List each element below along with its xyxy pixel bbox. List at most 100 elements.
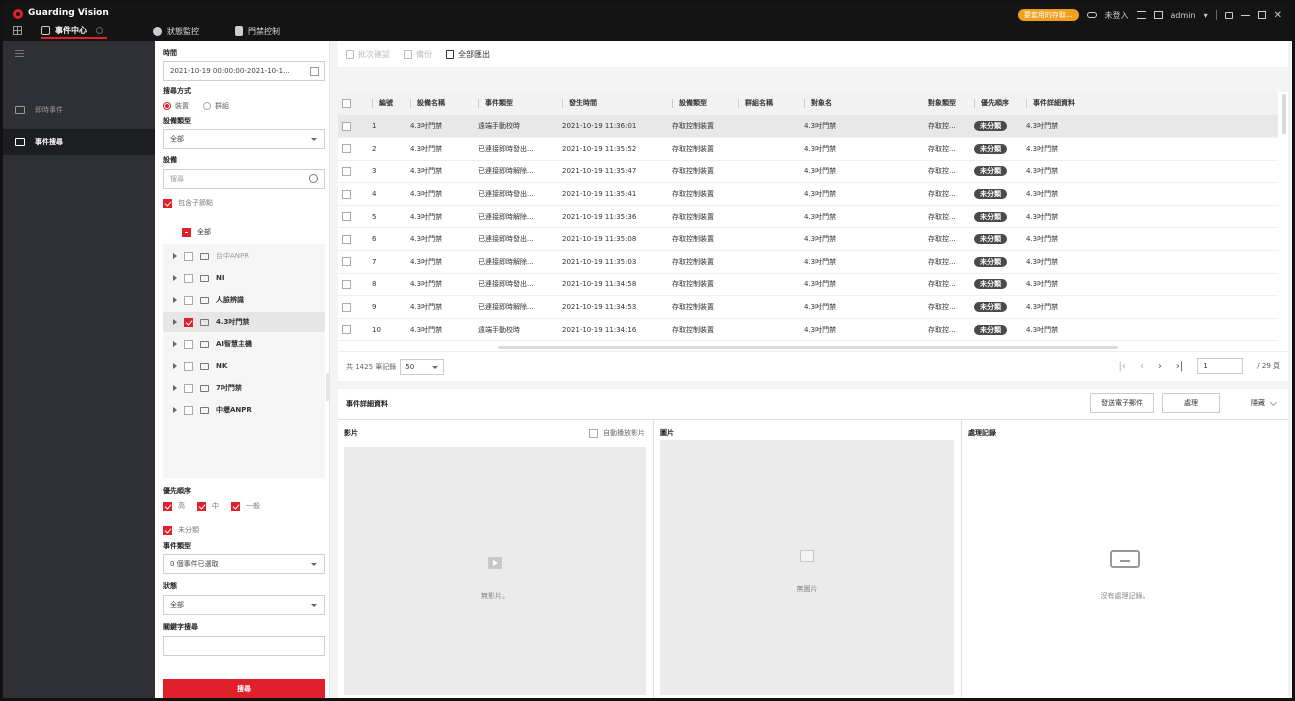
last-page-icon[interactable]: ›| bbox=[1176, 361, 1183, 372]
tab-access-control[interactable]: 門禁控制 bbox=[235, 23, 280, 39]
autoplay-checkbox[interactable]: 自動播放影片 bbox=[589, 428, 645, 438]
checkbox[interactable] bbox=[342, 212, 351, 222]
radio-device[interactable]: 裝置 bbox=[163, 101, 189, 111]
tab-event-center[interactable]: 事件中心 bbox=[41, 23, 107, 39]
checkbox[interactable] bbox=[342, 279, 351, 289]
event-type-select[interactable]: 0 個事件已選取 bbox=[163, 554, 325, 574]
page-number-input[interactable]: 1 bbox=[1197, 358, 1244, 374]
row-checkbox-cell[interactable] bbox=[338, 182, 368, 206]
tree-item-selected[interactable]: 4.3吋門禁 bbox=[163, 312, 325, 332]
sidebar-item-realtime-events[interactable]: 即時事件 bbox=[3, 97, 155, 123]
caret-right-icon[interactable] bbox=[173, 297, 177, 303]
table-row[interactable]: 2 4.3吋門禁 已連接即時發出... 2021-10-19 11:35:52 存取控制… bbox=[338, 137, 1278, 161]
screenshot-icon[interactable] bbox=[1153, 11, 1163, 19]
next-page-icon[interactable]: › bbox=[1158, 361, 1162, 372]
checkbox[interactable] bbox=[342, 166, 351, 176]
tree-item[interactable]: NI bbox=[163, 268, 325, 288]
time-range-input[interactable]: 2021-10-19 00:00:00-2021-10-1... bbox=[163, 61, 325, 81]
tree-item[interactable]: 人臉辨識 bbox=[163, 290, 325, 310]
checkbox[interactable] bbox=[342, 121, 351, 131]
checkbox[interactable] bbox=[342, 234, 351, 244]
col-header[interactable]: 設備類型 bbox=[668, 92, 734, 116]
user-menu[interactable]: admin bbox=[1171, 11, 1196, 20]
checkbox[interactable] bbox=[342, 257, 351, 267]
vertical-scrollbar[interactable] bbox=[1282, 94, 1286, 134]
chevron-down-icon[interactable]: ▾ bbox=[1204, 11, 1208, 20]
video-player[interactable]: 無影片。 bbox=[344, 447, 646, 695]
caret-right-icon[interactable] bbox=[173, 275, 177, 281]
col-header[interactable]: 編號 bbox=[368, 92, 406, 116]
radio-group[interactable]: 群組 bbox=[203, 101, 229, 111]
tab-close-icon[interactable] bbox=[96, 26, 103, 34]
handle-button[interactable]: 處理 bbox=[1162, 393, 1220, 413]
checkbox[interactable] bbox=[182, 227, 191, 237]
row-checkbox-cell[interactable] bbox=[338, 295, 368, 319]
send-email-button[interactable]: 發送電子郵件 bbox=[1090, 393, 1154, 413]
col-header[interactable]: 事件類型 bbox=[474, 92, 558, 116]
select-all-header[interactable] bbox=[338, 92, 368, 116]
row-checkbox-cell[interactable] bbox=[338, 115, 368, 139]
status-select[interactable]: 全部 bbox=[163, 595, 325, 615]
menu-toggle-icon[interactable] bbox=[15, 50, 24, 57]
col-header[interactable]: 優先順序 bbox=[970, 92, 1022, 116]
checkbox[interactable] bbox=[163, 198, 172, 208]
task-list-icon[interactable] bbox=[1136, 11, 1146, 19]
picture-viewer[interactable]: 無圖片 bbox=[660, 440, 954, 695]
table-row[interactable]: 9 4.3吋門禁 已連接即時解除... 2021-10-19 11:34:53 存取控制… bbox=[338, 295, 1278, 319]
maximize-icon[interactable] bbox=[1257, 11, 1266, 19]
col-header[interactable]: 發生時間 bbox=[558, 92, 668, 116]
calendar-icon[interactable] bbox=[310, 67, 319, 76]
backup-button[interactable]: 備份 bbox=[404, 49, 432, 60]
search-icon[interactable] bbox=[309, 174, 318, 183]
table-row[interactable]: 3 4.3吋門禁 已連接即時解除... 2021-10-19 11:35:47 存取控制… bbox=[338, 160, 1278, 184]
tree-item[interactable]: 7吋門禁 bbox=[163, 378, 325, 398]
checkbox[interactable] bbox=[342, 325, 351, 335]
export-all-button[interactable]: 全部匯出 bbox=[446, 49, 490, 60]
tab-status-monitor[interactable]: 狀態監控 bbox=[153, 23, 199, 39]
device-type-select[interactable]: 全部 bbox=[163, 129, 325, 149]
col-header[interactable]: 設備名稱 bbox=[406, 92, 474, 116]
tree-root-all[interactable]: 全部 bbox=[182, 227, 211, 237]
caret-right-icon[interactable] bbox=[173, 363, 177, 369]
table-row[interactable]: 4 4.3吋門禁 已連接即時發出... 2021-10-19 11:35:41 存取控制… bbox=[338, 182, 1278, 206]
horizontal-scrollbar[interactable] bbox=[498, 346, 1118, 349]
table-row[interactable]: 8 4.3吋門禁 已連接即時發出... 2021-10-19 11:34:58 存取控制… bbox=[338, 273, 1278, 297]
close-icon[interactable]: ✕ bbox=[1274, 10, 1282, 21]
checkbox-normal[interactable] bbox=[231, 501, 240, 511]
checkbox[interactable] bbox=[342, 144, 351, 154]
prev-page-icon[interactable]: ‹ bbox=[1140, 361, 1144, 372]
table-row[interactable]: 7 4.3吋門禁 已連接即時解除... 2021-10-19 11:35:03 存取控制… bbox=[338, 250, 1278, 274]
login-status[interactable]: 未登入 bbox=[1105, 10, 1129, 21]
device-search-input[interactable]: 搜尋 bbox=[163, 169, 325, 189]
caret-right-icon[interactable] bbox=[173, 319, 177, 325]
col-header[interactable]: 對象名 bbox=[800, 92, 924, 116]
col-header[interactable]: 群組名稱 bbox=[734, 92, 800, 116]
row-checkbox-cell[interactable] bbox=[338, 227, 368, 252]
caret-right-icon[interactable] bbox=[173, 341, 177, 347]
tree-item[interactable]: NK bbox=[163, 356, 325, 376]
tree-item[interactable]: AI智慧主機 bbox=[163, 334, 325, 354]
include-subnodes-checkbox[interactable]: 包含子節點 bbox=[163, 198, 213, 208]
row-checkbox-cell[interactable] bbox=[338, 250, 368, 274]
table-row[interactable]: 1 4.3吋門禁 遠端手動校時 2021-10-19 11:36:01 存取控制裝置 4.… bbox=[338, 115, 1278, 139]
tree-item[interactable]: 中壢ANPR bbox=[163, 400, 325, 420]
row-checkbox-cell[interactable] bbox=[338, 273, 368, 297]
row-checkbox-cell[interactable] bbox=[338, 137, 368, 161]
col-header[interactable]: 事件詳細資料 bbox=[1022, 92, 1278, 116]
first-page-icon[interactable]: |‹ bbox=[1119, 361, 1126, 372]
priority-unclassified[interactable]: 未分類 bbox=[163, 525, 199, 535]
table-row[interactable]: 5 4.3吋門禁 已連接即時解除... 2021-10-19 11:35:36 存取控制… bbox=[338, 205, 1278, 229]
table-row[interactable]: 10 4.3吋門禁 遠端手動校時 2021-10-19 11:34:16 存取控制裝置 4… bbox=[338, 318, 1278, 342]
row-checkbox-cell[interactable] bbox=[338, 318, 368, 342]
checkbox-unclassified[interactable] bbox=[163, 525, 172, 535]
caret-right-icon[interactable] bbox=[173, 253, 177, 259]
table-row[interactable]: 6 4.3吋門禁 已連接即時發出... 2021-10-19 11:35:08 存取控制… bbox=[338, 227, 1278, 252]
minimize-icon[interactable] bbox=[1240, 14, 1250, 16]
search-button[interactable]: 搜尋 bbox=[163, 679, 325, 698]
checkbox-high[interactable] bbox=[163, 501, 172, 511]
caret-right-icon[interactable] bbox=[173, 385, 177, 391]
checkbox-mid[interactable] bbox=[197, 501, 206, 511]
row-checkbox-cell[interactable] bbox=[338, 160, 368, 184]
checkbox[interactable] bbox=[589, 428, 598, 438]
col-header[interactable]: 對象類型 bbox=[924, 92, 970, 116]
